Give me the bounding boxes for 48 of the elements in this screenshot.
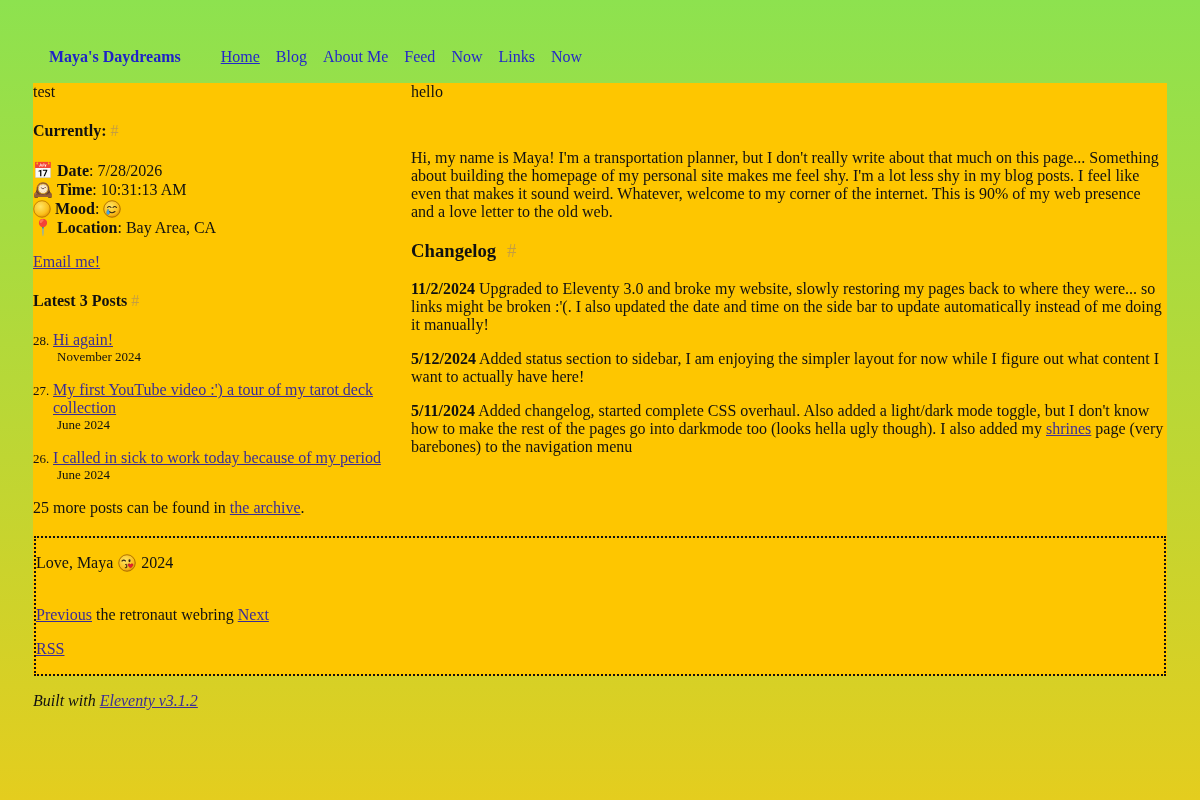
post-date: June 2024 xyxy=(56,467,111,482)
site-title-link[interactable]: Maya's Daydreams xyxy=(49,48,181,66)
archive-link[interactable]: the archive xyxy=(229,499,301,516)
changelog-entry: 5/11/2024 Added changelog, started complete CSS overhaul. Also added a light/dark mode toggle, but I don't know how to make the rest of the pages go into darkmode too (looks hella ugly though). I also added my shrines page (very barebones) to the navigation menu xyxy=(411,402,1165,456)
nav-link[interactable]: Now xyxy=(451,48,483,66)
pin-icon: 📍 xyxy=(33,218,53,237)
post-link[interactable]: My first YouTube video :') a tour of my tarot deck collection xyxy=(53,381,411,417)
next-link[interactable]: Next xyxy=(237,606,269,623)
clock-icon: 🕰 xyxy=(33,180,53,199)
rss-link[interactable]: RSS xyxy=(36,640,65,657)
section-heading: Latest 3 Posts xyxy=(33,292,128,309)
signoff-text: Love, Maya xyxy=(36,554,114,572)
eleventy-link[interactable]: Eleventy v3.1.2 xyxy=(99,692,198,709)
built-with-note: Built with Eleventy v3.1.2 xyxy=(33,692,199,710)
status-line: Location: Bay Area, CA xyxy=(57,218,217,237)
shrines-link[interactable]: shrines xyxy=(1046,420,1092,437)
changelog-entry: 5/12/2024 Added status section to sidebar, I am enjoying the simpler layout for now while I figure out what content I want to actually have here! xyxy=(411,350,1161,386)
email-link[interactable]: Email me! xyxy=(33,253,101,270)
calendar-icon: 📅 xyxy=(33,161,53,180)
previous-link[interactable]: Previous xyxy=(36,606,92,623)
post-link[interactable]: I called in sick to work today because of my period xyxy=(53,449,381,467)
post-link[interactable]: Hi again! xyxy=(53,331,113,349)
post-date: June 2024 xyxy=(56,417,111,432)
intro-text: test xyxy=(33,83,57,101)
nav-link[interactable]: About Me xyxy=(322,48,389,66)
post-date: November 2024 xyxy=(56,349,142,364)
status-line: Mood: xyxy=(55,199,100,218)
post-number: 26. xyxy=(33,450,51,468)
smiling-face-with-tear-icon xyxy=(103,199,122,218)
post-number: 27. xyxy=(33,382,51,400)
changelog-entry: 11/2/2024 Upgraded to Eleventy 3.0 and broke my website, slowly restoring my pages back to where they were... so links might be broken :'(. I also updated the date and time on the side bar to update automatically instead of me doing it manually! xyxy=(411,280,1163,334)
status-line: Date: 7/28/2026 xyxy=(57,161,163,180)
kiss-face-icon xyxy=(118,554,137,572)
nav-link[interactable]: Links xyxy=(498,48,535,66)
nav-link[interactable]: Home xyxy=(220,48,260,66)
intro-text: hello xyxy=(411,83,444,101)
disc-icon xyxy=(33,199,51,218)
about-paragraph: Hi, my name is Maya! I'm a transportation planner, but I don't really write about that much on this page... Something about building the homepage of my personal site makes me feel shy. I'm a lot less shy in my blog posts. I feel like even that makes it sound weird. Whatever, welcome to my corner of the internet. This is 90% of my web presence and a love letter to the old web. xyxy=(411,149,1160,221)
nav-link[interactable]: Now xyxy=(550,48,583,66)
nav-link[interactable]: Blog xyxy=(275,48,307,66)
section-heading: Currently: xyxy=(33,122,107,139)
status-line: Time: 10:31:13 AM xyxy=(57,180,187,199)
archive-note: 25 more posts can be found in the archive. xyxy=(33,499,306,517)
webring-line: Previous the retronaut webring Next xyxy=(36,606,270,624)
year-text: 2024 xyxy=(141,554,174,572)
section-heading: Changelog xyxy=(411,240,497,261)
post-number: 28. xyxy=(33,332,51,350)
nav-link[interactable]: Feed xyxy=(404,48,436,66)
